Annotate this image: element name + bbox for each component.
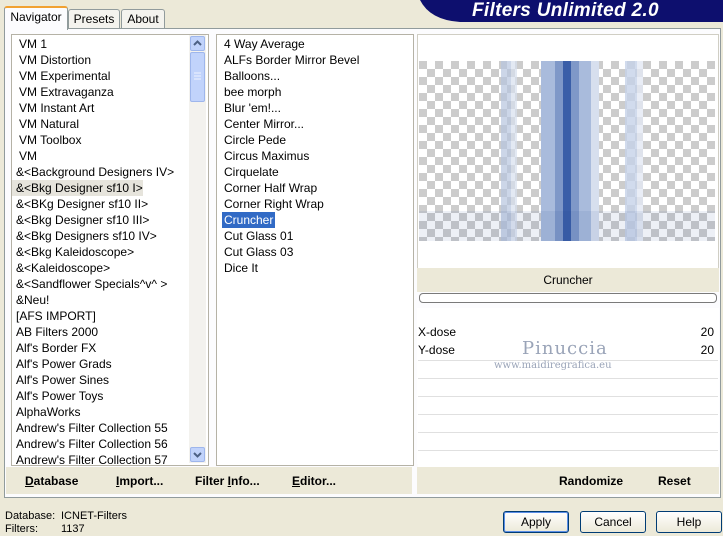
category-item[interactable]: &Neu! [12, 292, 49, 308]
category-item[interactable]: VM Experimental [12, 68, 110, 84]
database-button[interactable]: Database [25, 473, 78, 489]
filter-list[interactable]: 4 Way Average ALFs Border Mirror Bevel Bal… [216, 34, 414, 466]
editor-button[interactable]: Editor... [292, 473, 336, 489]
tab-presets[interactable]: Presets [68, 9, 120, 28]
tab-presets-label: Presets [73, 12, 115, 26]
chevron-up-icon [193, 40, 202, 46]
tab-about[interactable]: About [121, 9, 165, 28]
param-label: Y-dose [418, 343, 455, 357]
filter-item[interactable]: Balloons... [222, 68, 282, 84]
filter-item[interactable]: Dice It [222, 260, 260, 276]
category-item[interactable]: &<Bkg Designer sf10 III> [12, 212, 149, 228]
status-database-label: Database: [5, 510, 56, 522]
category-item[interactable]: &<BKg Designer sf10 II> [12, 196, 148, 212]
category-item[interactable]: AlphaWorks [12, 404, 80, 420]
cancel-button[interactable]: Cancel [580, 511, 646, 533]
filter-item[interactable]: Blur 'em!... [222, 100, 283, 116]
category-item[interactable]: &<Background Designers IV> [12, 164, 174, 180]
param-row-empty [418, 432, 718, 449]
apply-button[interactable]: Apply [503, 511, 569, 533]
param-row-empty [418, 414, 718, 431]
param-row-empty [418, 396, 718, 413]
app-title: Filters Unlimited 2.0 [472, 0, 659, 21]
category-item[interactable]: &<Bkg Kaleidoscope> [12, 244, 134, 260]
category-item[interactable]: VM 1 [12, 36, 47, 52]
status-filters-value: 1137 [61, 523, 85, 535]
filter-item[interactable]: Corner Right Wrap [222, 196, 326, 212]
filter-item[interactable]: Circus Maximus [222, 148, 311, 164]
filter-item[interactable]: Cut Glass 03 [222, 244, 295, 260]
category-item[interactable]: VM Extravaganza [12, 84, 114, 100]
tab-about-label: About [127, 12, 159, 26]
category-item[interactable]: VM Instant Art [12, 100, 94, 116]
preview-image [419, 61, 715, 241]
category-item[interactable]: VM Natural [12, 116, 79, 132]
param-row-empty [418, 450, 718, 467]
category-item[interactable]: &<Sandflower Specials^v^ > [12, 276, 167, 292]
tab-navigator[interactable]: Navigator [4, 6, 68, 30]
category-item[interactable]: Alf's Power Sines [12, 372, 109, 388]
category-item[interactable]: VM [12, 148, 37, 164]
help-button[interactable]: Help [656, 511, 722, 533]
param-value: 20 [700, 325, 714, 339]
category-item[interactable]: Alf's Power Grads [12, 356, 112, 372]
param-value: 20 [700, 343, 714, 357]
filter-item[interactable]: bee morph [222, 84, 283, 100]
category-item[interactable]: &<Bkg Designers sf10 IV> [12, 228, 157, 244]
scroll-thumb[interactable] [190, 52, 205, 102]
watermark-name: Pinuccia [522, 338, 608, 359]
filter-item[interactable]: Center Mirror... [222, 116, 306, 132]
scroll-up-button[interactable] [190, 36, 205, 51]
category-item[interactable]: [AFS IMPORT] [12, 308, 96, 324]
category-item[interactable]: Alf's Border FX [12, 340, 96, 356]
import-button[interactable]: Import... [116, 473, 163, 489]
progress-bar [419, 293, 717, 303]
randomize-button[interactable]: Randomize [559, 473, 623, 489]
category-item[interactable]: Alf's Power Toys [12, 388, 103, 404]
scroll-down-button[interactable] [190, 447, 205, 462]
filter-item[interactable]: Cut Glass 01 [222, 228, 295, 244]
category-item[interactable]: AB Filters 2000 [12, 324, 98, 340]
filter-name-label: Cruncher [417, 268, 719, 292]
category-item[interactable]: Andrew's Filter Collection 56 [12, 436, 168, 452]
watermark-url: www.maidiregrafica.eu [494, 360, 612, 371]
chevron-down-icon [193, 452, 202, 458]
filter-item[interactable]: Circle Pede [222, 132, 288, 148]
status-database-value: ICNET-Filters [61, 510, 127, 522]
status-filters-label: Filters: [5, 523, 38, 535]
param-row-empty [418, 378, 718, 395]
param-label: X-dose [418, 325, 457, 339]
category-scrollbar[interactable] [189, 35, 206, 463]
category-list[interactable]: VM 1 VM Distortion VM Experimental VM Extra… [11, 34, 209, 466]
filter-item[interactable]: ALFs Border Mirror Bevel [222, 52, 361, 68]
filter-item[interactable]: 4 Way Average [222, 36, 307, 52]
filter-item[interactable]: Corner Half Wrap [222, 180, 319, 196]
category-item[interactable]: VM Toolbox [12, 132, 81, 148]
tab-navigator-label: Navigator [10, 10, 62, 24]
filter-item[interactable]: Cruncher [222, 212, 276, 228]
filter-item[interactable]: Cirquelate [222, 164, 281, 180]
category-item[interactable]: VM Distortion [12, 52, 91, 68]
reset-button[interactable]: Reset [658, 473, 691, 489]
grip-icon [194, 72, 201, 80]
category-item[interactable]: &<Bkg Designer sf10 I> [12, 180, 143, 196]
category-item[interactable]: Andrew's Filter Collection 55 [12, 420, 168, 436]
filter-info-button[interactable]: Filter Info... [195, 473, 260, 489]
category-item[interactable]: Andrew's Filter Collection 57 [12, 452, 168, 465]
category-item[interactable]: &<Kaleidoscope> [12, 260, 110, 276]
